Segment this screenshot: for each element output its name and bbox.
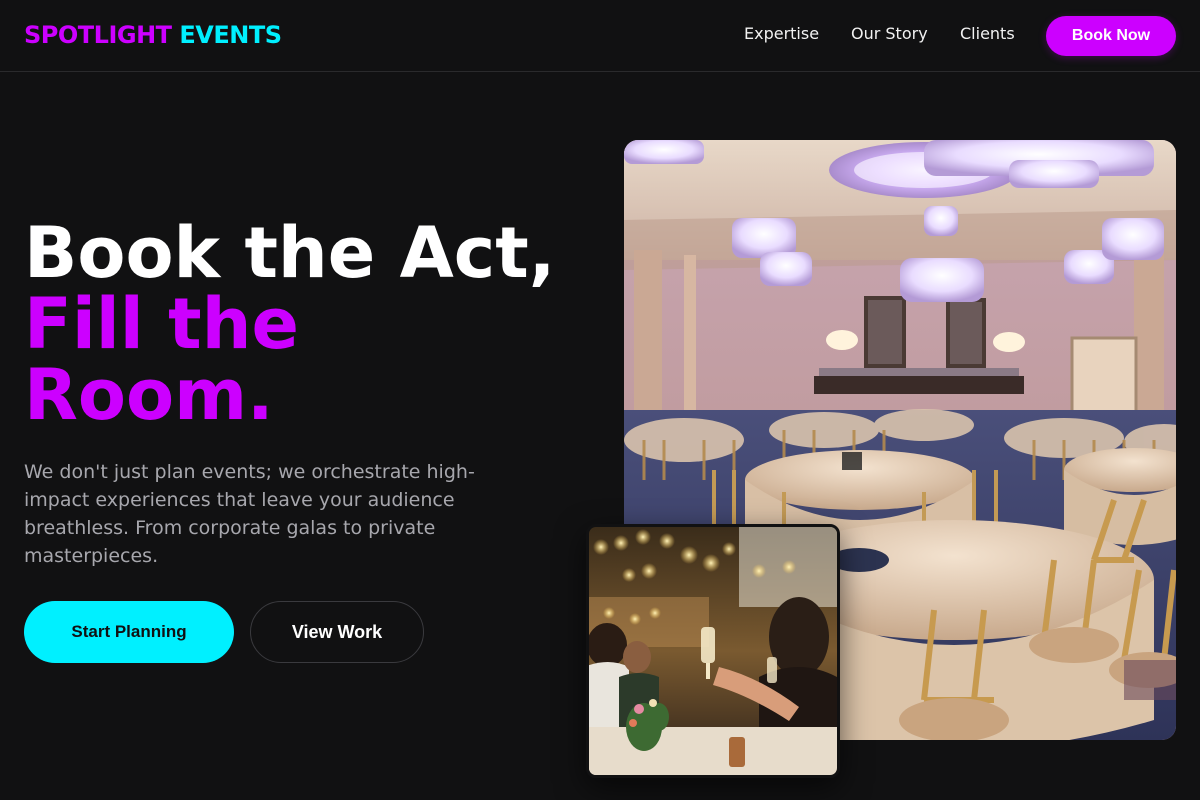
- brand-logo-part2: EVENTS: [179, 21, 282, 49]
- celebration-toast-photo: [586, 524, 840, 778]
- view-work-button[interactable]: View Work: [250, 601, 424, 663]
- brand-logo-part1: SPOTLIGHT: [24, 21, 172, 49]
- nav-link-expertise[interactable]: Expertise: [744, 24, 819, 48]
- hero-title-line1: Book the Act,: [24, 212, 556, 294]
- hero-title: Book the Act, Fill the Room.: [24, 218, 604, 431]
- hero-title-line2: Fill the Room.: [24, 283, 299, 436]
- site-header: SPOTLIGHT EVENTS Expertise Our Story Cli…: [0, 0, 1200, 72]
- nav-link-our-story[interactable]: Our Story: [851, 24, 928, 48]
- hero-description: We don't just plan events; we orchestrat…: [24, 461, 475, 567]
- book-now-button[interactable]: Book Now: [1046, 16, 1176, 56]
- landing-page: SPOTLIGHT EVENTS Expertise Our Story Cli…: [0, 0, 1200, 800]
- brand-logo[interactable]: SPOTLIGHT EVENTS: [24, 20, 282, 50]
- nav-link-clients[interactable]: Clients: [960, 24, 1015, 48]
- start-planning-button[interactable]: Start Planning: [24, 601, 234, 663]
